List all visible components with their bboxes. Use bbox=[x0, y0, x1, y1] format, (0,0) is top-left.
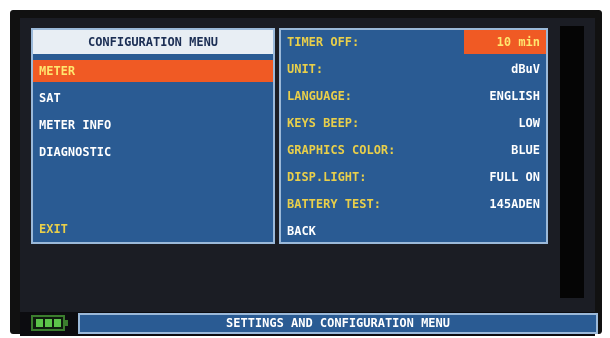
setting-label: UNIT: bbox=[287, 62, 324, 76]
battery-icon bbox=[31, 315, 68, 331]
battery-tip bbox=[65, 320, 68, 326]
battery-cell bbox=[54, 319, 61, 327]
setting-label: DISP.LIGHT: bbox=[287, 170, 367, 184]
status-bar-text: SETTINGS AND CONFIGURATION MENU bbox=[78, 313, 598, 334]
setting-row-keys-beep[interactable]: KEYS BEEP: LOW bbox=[281, 111, 546, 135]
menu-item-label: METER INFO bbox=[39, 118, 112, 132]
setting-label: BATTERY TEST: bbox=[287, 197, 381, 211]
setting-label: GRAPHICS COLOR: bbox=[287, 143, 396, 157]
configuration-menu-title: CONFIGURATION MENU bbox=[33, 30, 273, 54]
back-label: BACK bbox=[287, 224, 316, 238]
battery-cell bbox=[36, 319, 43, 327]
setting-row-language[interactable]: LANGUAGE: ENGLISH bbox=[281, 84, 546, 108]
menu-item-label: DIAGNOSTIC bbox=[39, 145, 112, 159]
menu-item-exit[interactable]: EXIT bbox=[33, 218, 273, 240]
side-scrollbar bbox=[560, 26, 584, 298]
menu-item-label: SAT bbox=[39, 91, 61, 105]
setting-value: LOW bbox=[518, 116, 540, 130]
setting-row-disp-light[interactable]: DISP.LIGHT: FULL ON bbox=[281, 165, 546, 189]
menu-item-diagnostic[interactable]: DIAGNOSTIC bbox=[33, 141, 273, 163]
menu-item-meter-info[interactable]: METER INFO bbox=[33, 114, 273, 136]
battery-cell bbox=[45, 319, 52, 327]
setting-value: 145ADEN bbox=[489, 197, 540, 211]
settings-panel: TIMER OFF: 10 min UNIT: dBuV LANGUAGE: E… bbox=[279, 28, 548, 244]
setting-row-timer-off[interactable]: TIMER OFF: 10 min bbox=[281, 30, 546, 54]
menu-item-meter[interactable]: METER bbox=[33, 60, 273, 82]
setting-row-unit[interactable]: UNIT: dBuV bbox=[281, 57, 546, 81]
configuration-menu-panel: CONFIGURATION MENU METER SAT METER INFO … bbox=[31, 28, 275, 244]
setting-label: KEYS BEEP: bbox=[287, 116, 360, 130]
setting-label: LANGUAGE: bbox=[287, 89, 353, 103]
setting-value: dBuV bbox=[511, 62, 540, 76]
setting-row-battery-test[interactable]: BATTERY TEST: 145ADEN bbox=[281, 192, 546, 216]
menu-item-label: METER bbox=[39, 64, 76, 78]
setting-value: BLUE bbox=[511, 143, 540, 157]
setting-row-back[interactable]: BACK bbox=[281, 219, 546, 243]
menu-item-sat[interactable]: SAT bbox=[33, 87, 273, 109]
setting-value: FULL ON bbox=[489, 170, 540, 184]
setting-value: ENGLISH bbox=[489, 89, 540, 103]
setting-label: TIMER OFF: bbox=[287, 35, 360, 49]
setting-value: 10 min bbox=[464, 30, 546, 54]
exit-label: EXIT bbox=[39, 222, 68, 236]
setting-row-graphics-color[interactable]: GRAPHICS COLOR: BLUE bbox=[281, 138, 546, 162]
